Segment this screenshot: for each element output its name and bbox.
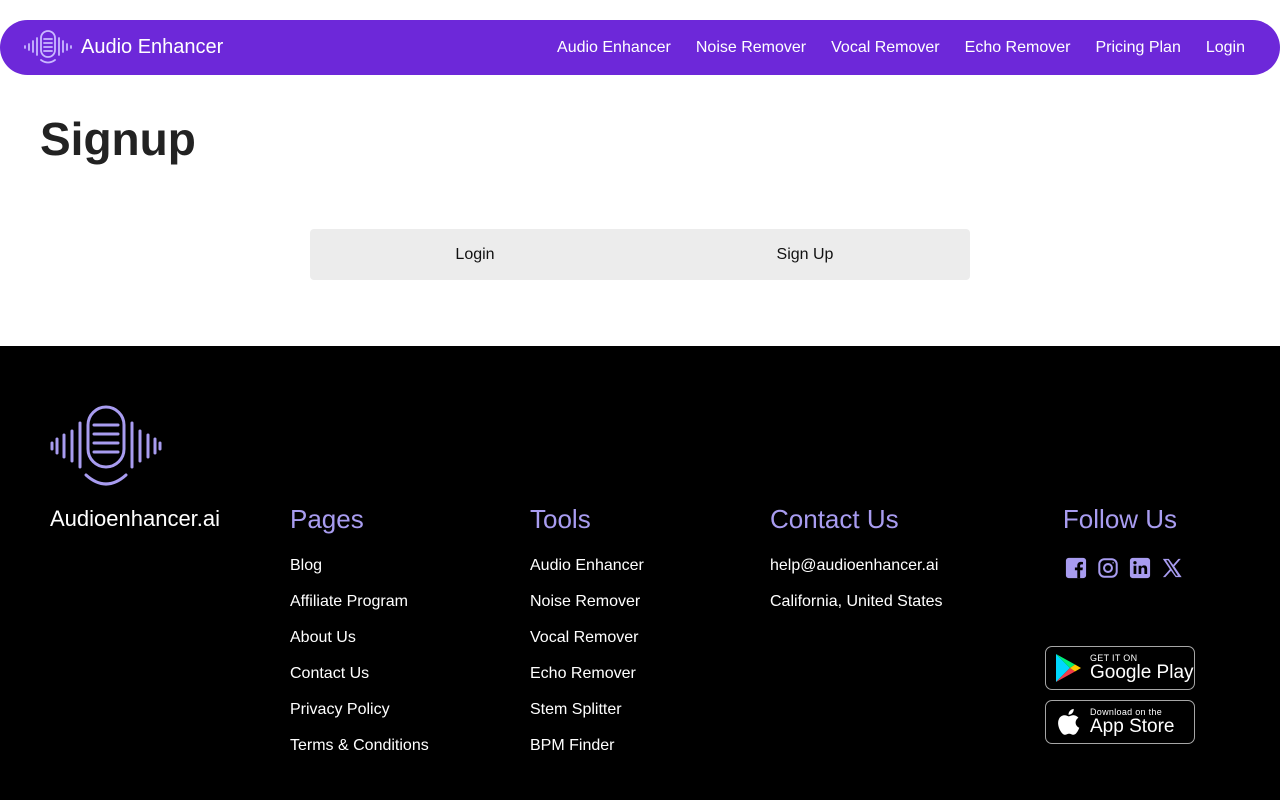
footer-link-blog[interactable]: Blog <box>290 557 429 593</box>
google-play-badge[interactable]: GET IT ON Google Play <box>1045 646 1195 690</box>
page-title: Signup <box>40 113 196 165</box>
tab-sign-up[interactable]: Sign Up <box>640 229 970 280</box>
microphone-logo-icon <box>24 30 72 64</box>
footer-link-audio-enhancer[interactable]: Audio Enhancer <box>530 557 644 593</box>
social-links <box>1048 557 1200 579</box>
instagram-icon[interactable] <box>1097 557 1119 579</box>
nav-link-vocal-remover[interactable]: Vocal Remover <box>831 39 940 57</box>
google-play-icon <box>1046 653 1090 683</box>
footer: Audioenhancer.ai Pages Blog Affiliate Pr… <box>0 346 1280 800</box>
apple-badge-big-text: App Store <box>1090 716 1175 737</box>
footer-logo <box>50 405 162 494</box>
footer-link-terms-conditions[interactable]: Terms & Conditions <box>290 737 429 773</box>
footer-tools-list: Audio Enhancer Noise Remover Vocal Remov… <box>530 557 644 773</box>
footer-contact-list: help@audioenhancer.ai California, United… <box>770 557 943 629</box>
top-nav: Audio Enhancer Audio Enhancer Noise Remo… <box>0 20 1280 75</box>
footer-link-stem-splitter[interactable]: Stem Splitter <box>530 701 644 737</box>
footer-link-bpm-finder[interactable]: BPM Finder <box>530 737 644 773</box>
facebook-icon[interactable] <box>1065 557 1087 579</box>
app-store-badge[interactable]: Download on the App Store <box>1045 700 1195 744</box>
x-icon[interactable] <box>1161 557 1183 579</box>
tab-login[interactable]: Login <box>310 229 640 280</box>
footer-link-about-us[interactable]: About Us <box>290 629 429 665</box>
nav-link-pricing-plan[interactable]: Pricing Plan <box>1095 39 1180 57</box>
footer-contact-column: Contact Us help@audioenhancer.ai Califor… <box>770 504 943 629</box>
footer-brand-name: Audioenhancer.ai <box>50 506 221 531</box>
footer-contact-heading: Contact Us <box>770 504 899 534</box>
footer-tools-heading: Tools <box>530 504 591 534</box>
microphone-logo-icon <box>50 405 162 486</box>
footer-link-privacy-policy[interactable]: Privacy Policy <box>290 701 429 737</box>
apple-icon <box>1046 708 1090 736</box>
footer-link-noise-remover[interactable]: Noise Remover <box>530 593 644 629</box>
nav-link-echo-remover[interactable]: Echo Remover <box>965 39 1071 57</box>
footer-contact-email[interactable]: help@audioenhancer.ai <box>770 557 943 593</box>
brand-name: Audio Enhancer <box>81 36 224 58</box>
nav-link-audio-enhancer[interactable]: Audio Enhancer <box>557 39 671 57</box>
footer-contact-location: California, United States <box>770 593 943 610</box>
brand-link[interactable]: Audio Enhancer <box>24 29 223 66</box>
footer-link-contact-us[interactable]: Contact Us <box>290 665 429 701</box>
linkedin-icon[interactable] <box>1129 557 1151 579</box>
nav-link-login[interactable]: Login <box>1206 39 1245 57</box>
footer-pages-heading: Pages <box>290 504 364 534</box>
footer-follow-column: Follow Us <box>1040 504 1200 579</box>
nav-link-noise-remover[interactable]: Noise Remover <box>696 39 806 57</box>
auth-tabs: Login Sign Up <box>310 229 970 280</box>
google-badge-big-text: Google Play <box>1090 662 1194 683</box>
footer-link-affiliate-program[interactable]: Affiliate Program <box>290 593 429 629</box>
footer-link-vocal-remover[interactable]: Vocal Remover <box>530 629 644 665</box>
footer-link-echo-remover[interactable]: Echo Remover <box>530 665 644 701</box>
footer-pages-column: Pages Blog Affiliate Program About Us Co… <box>290 504 429 773</box>
footer-tools-column: Tools Audio Enhancer Noise Remover Vocal… <box>530 504 644 773</box>
footer-pages-list: Blog Affiliate Program About Us Contact … <box>290 557 429 773</box>
footer-follow-heading: Follow Us <box>1062 504 1178 534</box>
nav-links: Audio Enhancer Noise Remover Vocal Remov… <box>532 20 1245 75</box>
